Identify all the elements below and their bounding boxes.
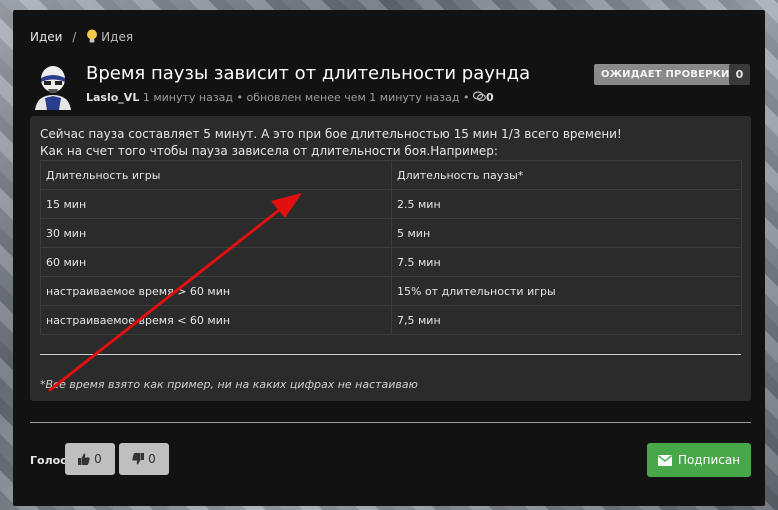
table-row: 30 мин 5 мин: [40, 218, 742, 248]
breadcrumb-separator: /: [72, 30, 77, 44]
section-divider: [30, 422, 751, 423]
table-row: настраиваемое время < 60 мин 7,5 мин: [40, 305, 742, 335]
breadcrumb-current: Идея: [86, 29, 134, 44]
page-title: Время паузы зависит от длительности раун…: [86, 63, 531, 84]
table-cell: настраиваемое время > 60 мин: [40, 276, 392, 306]
description-line: Сейчас пауза составляет 5 минут. А это п…: [40, 127, 622, 141]
avatar[interactable]: [31, 62, 75, 110]
idea-panel: Идеи / Идея Время паузы зависит от длите…: [13, 10, 765, 506]
post-meta: Laslo_VL 1 минуту назад • обновлен менее…: [86, 91, 494, 104]
table-header-row: Длительность игры Длительность паузы*: [40, 160, 742, 190]
table-row: 15 мин 2.5 мин: [40, 189, 742, 219]
upvote-button[interactable]: 0: [65, 443, 115, 475]
updated-time: обновлен менее чем 1 минуту назад: [246, 91, 460, 104]
table-row: 60 мин 7.5 мин: [40, 247, 742, 277]
breadcrumb: Идеи / Идея: [30, 29, 133, 44]
comments-icon: [472, 91, 486, 102]
table-cell: 2.5 мин: [391, 189, 742, 219]
downvote-count: 0: [148, 452, 156, 466]
breadcrumb-current-label: Идея: [101, 30, 134, 44]
footnote: *Все время взято как пример, ни на каких…: [40, 378, 418, 391]
envelope-icon: [657, 455, 672, 466]
lightbulb-icon: [87, 29, 98, 43]
created-time: 1 минуту назад: [142, 91, 234, 104]
breadcrumb-ideas-link[interactable]: Идеи: [30, 30, 62, 44]
subscribe-label: Подписан: [677, 453, 741, 467]
table-header-cell: Длительность паузы*: [391, 160, 742, 190]
content-divider: [40, 354, 741, 355]
pause-table: Длительность игры Длительность паузы* 15…: [40, 160, 742, 335]
thumbs-down-icon: [132, 453, 145, 465]
subscribe-button[interactable]: Подписан: [647, 443, 751, 477]
table-cell: 7.5 мин: [391, 247, 742, 277]
table-cell: 30 мин: [40, 218, 392, 248]
meta-dot: •: [236, 91, 244, 104]
table-cell: настраиваемое время < 60 мин: [40, 305, 392, 335]
score-counter: 0: [729, 64, 750, 85]
table-row: настраиваемое время > 60 мин 15% от длит…: [40, 276, 742, 306]
status-badge: ОЖИДАЕТ ПРОВЕРКИ: [594, 64, 737, 85]
table-header-cell: Длительность игры: [40, 160, 392, 190]
description-line: Как на счет того чтобы пауза зависела от…: [40, 144, 498, 158]
vote-label: Голос: [30, 454, 67, 467]
comments-count-value: 0: [485, 91, 494, 104]
meta-dot: •: [462, 91, 470, 104]
clone-trooper-avatar-icon: [31, 62, 75, 110]
description: Сейчас пауза составляет 5 минут. А это п…: [40, 126, 622, 160]
table-cell: 7,5 мин: [391, 305, 742, 335]
downvote-button[interactable]: 0: [119, 443, 169, 475]
comments-count[interactable]: 0: [472, 91, 494, 104]
table-cell: 5 мин: [391, 218, 742, 248]
table-cell: 15 мин: [40, 189, 392, 219]
table-cell: 15% от длительности игры: [391, 276, 742, 306]
upvote-count: 0: [94, 452, 102, 466]
table-cell: 60 мин: [40, 247, 392, 277]
author-link[interactable]: Laslo_VL: [86, 91, 139, 104]
idea-content: Сейчас пауза составляет 5 минут. А это п…: [30, 116, 751, 401]
thumbs-up-icon: [78, 453, 90, 465]
